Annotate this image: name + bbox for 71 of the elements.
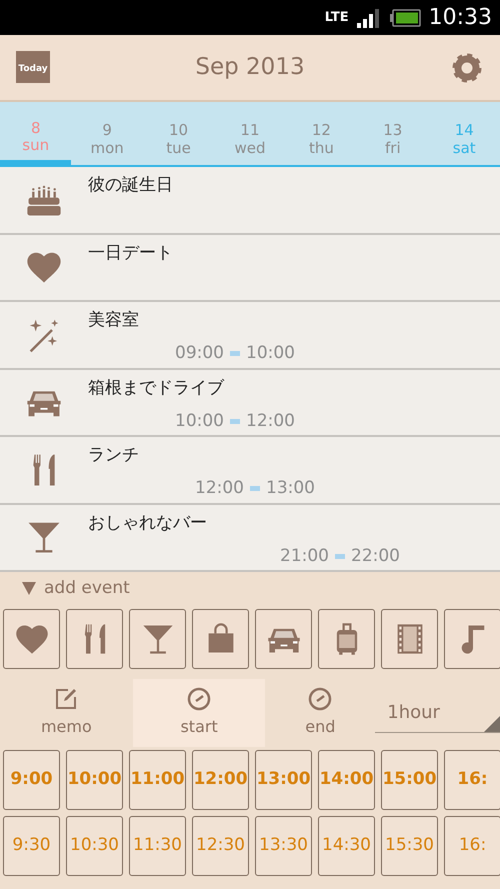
clock-time: 10:33 <box>428 4 492 32</box>
month-title: Sep 2013 <box>195 53 305 82</box>
time-button[interactable]: 11:30 <box>129 816 186 876</box>
end-time: 22:00 <box>351 544 400 568</box>
time-dash <box>230 418 240 424</box>
battery-icon <box>388 8 421 26</box>
settings-icon[interactable] <box>450 50 484 84</box>
event-title: おしゃれなバー <box>88 512 207 533</box>
time-button[interactable]: 14:00 <box>318 750 375 810</box>
day-tab[interactable]: 12 thu <box>286 102 358 165</box>
time-button[interactable]: 10:00 <box>66 750 123 810</box>
start-time: 21:00 <box>280 544 329 568</box>
event-title: 彼の誕生日 <box>88 175 173 196</box>
time-button[interactable]: 16: <box>444 816 500 876</box>
time-button[interactable]: 13:00 <box>255 750 312 810</box>
clock-icon <box>308 687 332 711</box>
mode-tab[interactable]: start <box>132 679 266 747</box>
time-button[interactable]: 12:00 <box>192 750 249 810</box>
day-tab[interactable]: 10 tue <box>142 102 214 165</box>
event-row[interactable]: おしゃれなバー 21:00 22:00 <box>0 504 500 572</box>
time-button[interactable]: 15:30 <box>381 816 438 876</box>
time-dash <box>230 351 240 356</box>
triangle-down-icon <box>22 582 36 595</box>
time-button[interactable]: 9:00 <box>3 750 60 810</box>
event-row[interactable]: ランチ 12:00 13:00 <box>0 437 500 504</box>
start-time: 09:00 <box>175 342 224 365</box>
time-dash <box>250 486 260 492</box>
day-tab[interactable]: 11 wed <box>214 102 286 165</box>
end-time: 10:00 <box>246 342 295 365</box>
add-event-label[interactable]: add event <box>44 576 130 602</box>
event-title: 箱根までドライブ <box>88 378 224 398</box>
category-button[interactable] <box>318 609 375 669</box>
time-button[interactable]: 15:00 <box>381 750 438 810</box>
time-button[interactable]: 13:30 <box>255 816 312 876</box>
time-button[interactable]: 11:00 <box>129 750 186 810</box>
time-button[interactable]: 10:30 <box>66 816 123 876</box>
category-button[interactable] <box>129 609 186 669</box>
edit-icon <box>54 687 78 711</box>
day-tab[interactable]: 13 fri <box>357 102 429 165</box>
time-button[interactable]: 16: <box>444 750 500 810</box>
event-title: ランチ <box>88 445 139 466</box>
category-button[interactable] <box>3 609 60 669</box>
event-title: 美容室 <box>88 310 139 330</box>
time-button[interactable]: 9:30 <box>3 816 60 876</box>
category-button[interactable] <box>381 609 438 669</box>
category-button[interactable] <box>192 609 249 669</box>
event-row[interactable]: 彼の誕生日 <box>0 167 500 234</box>
mode-tab[interactable]: memo <box>0 679 133 747</box>
event-row[interactable]: 美容室 09:00 10:00 <box>0 302 500 370</box>
category-button[interactable] <box>444 609 500 669</box>
end-time: 12:00 <box>246 410 295 432</box>
time-button[interactable]: 12:30 <box>192 816 249 876</box>
event-title: 一日デート <box>88 242 173 263</box>
today-button[interactable]: Today <box>16 50 50 84</box>
duration-dropdown[interactable]: 1hour <box>375 693 500 733</box>
clock-icon <box>187 687 212 711</box>
time-button[interactable]: 14:30 <box>318 816 375 876</box>
dropdown-corner-icon <box>484 716 500 732</box>
day-tab[interactable]: 9 mon <box>71 102 143 165</box>
end-time: 13:00 <box>266 477 315 500</box>
signal-icon <box>356 8 381 28</box>
mode-tab[interactable]: end <box>265 679 376 747</box>
start-time: 12:00 <box>195 477 244 500</box>
event-row[interactable]: 一日デート <box>0 234 500 302</box>
time-dash <box>335 554 345 559</box>
event-row[interactable]: 箱根までドライブ 10:00 12:00 <box>0 370 500 437</box>
start-time: 10:00 <box>175 410 224 432</box>
category-button[interactable] <box>255 609 312 669</box>
network-type-label: LTE <box>324 11 349 24</box>
category-button[interactable] <box>66 609 123 669</box>
day-tab[interactable]: 14 sat <box>428 102 500 165</box>
